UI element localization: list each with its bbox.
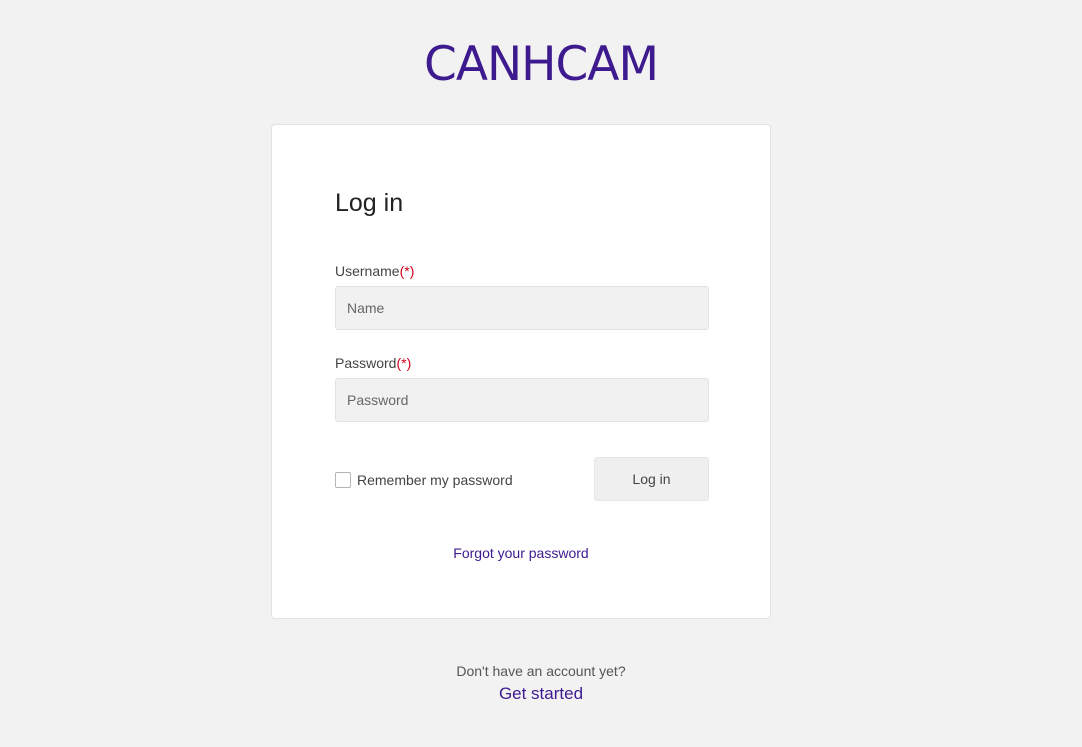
login-card: Log in Username(*) Password(*) Remember … <box>271 124 771 619</box>
forgot-password-link[interactable]: Forgot your password <box>272 545 770 561</box>
username-label-text: Username <box>335 263 400 279</box>
signup-link-wrapper: Get started <box>0 683 1082 705</box>
signup-prompt: Don't have an account yet? <box>456 663 626 679</box>
get-started-link[interactable]: Get started <box>499 684 583 703</box>
required-marker: (*) <box>396 355 412 371</box>
brand-logo: CANHCAM <box>424 37 659 92</box>
remember-password-option[interactable]: Remember my password <box>335 470 513 490</box>
password-label: Password(*) <box>335 354 411 372</box>
remember-password-checkbox[interactable] <box>335 472 351 488</box>
username-label: Username(*) <box>335 262 414 280</box>
remember-password-label[interactable]: Remember my password <box>357 472 513 488</box>
username-input[interactable] <box>335 286 709 330</box>
page-title: Log in <box>335 189 404 217</box>
password-label-text: Password <box>335 355 397 371</box>
required-marker: (*) <box>399 263 415 279</box>
login-button[interactable]: Log in <box>594 457 709 501</box>
password-input[interactable] <box>335 378 709 422</box>
